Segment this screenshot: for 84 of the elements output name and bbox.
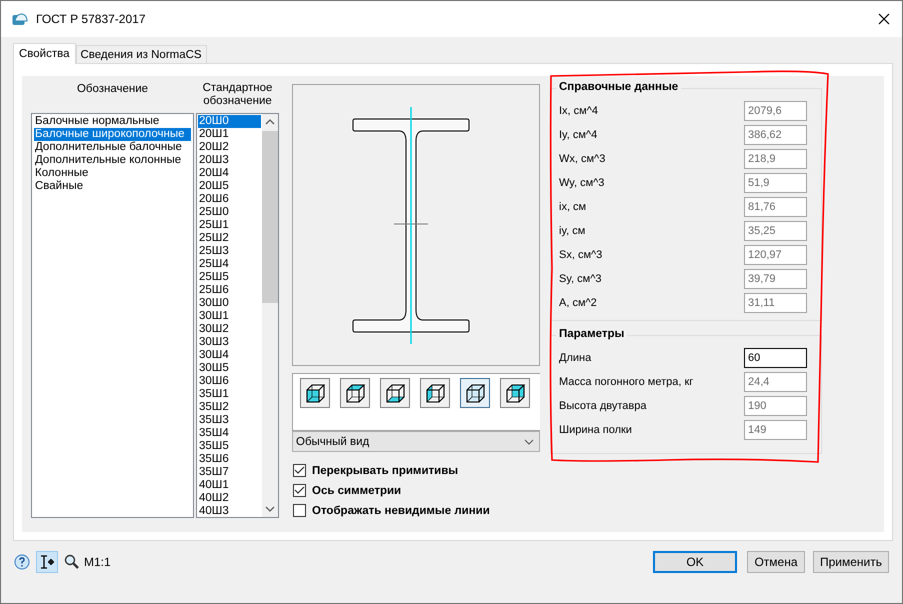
field-label: Высота двутавра — [559, 400, 646, 412]
dialog-button[interactable]: Применить — [812, 551, 889, 573]
list-item[interactable]: 35Ш1 — [198, 388, 261, 401]
field-label: Iy, см^4 — [559, 129, 598, 141]
list-item[interactable]: 20Ш4 — [198, 167, 261, 180]
view-button[interactable] — [420, 378, 450, 408]
field-label: Sx, см^3 — [559, 249, 602, 261]
checkbox-label[interactable]: Ось симметрии — [312, 484, 402, 496]
checkbox[interactable] — [293, 484, 306, 497]
list-item[interactable]: 35Ш3 — [198, 414, 261, 427]
list-item[interactable]: 25Ш1 — [198, 219, 261, 232]
field-label: iy, см — [559, 225, 586, 237]
list-item[interactable]: 35Ш7 — [198, 466, 261, 479]
column-header: Обозначение — [76, 82, 150, 97]
field-label: Длина — [559, 352, 592, 364]
field-label: Wx, см^3 — [559, 153, 606, 165]
list-item[interactable]: Балочные нормальные — [34, 115, 191, 128]
view-button[interactable] — [460, 378, 490, 408]
list-item[interactable]: 25Ш2 — [198, 232, 261, 245]
input-field[interactable]: 60 — [744, 348, 807, 368]
view-button[interactable] — [340, 378, 370, 408]
scale-label: M1:1 — [84, 555, 111, 569]
tab[interactable]: Сведения из NormaCS — [76, 45, 207, 63]
list-item[interactable]: 30Ш2 — [198, 323, 261, 336]
list-item[interactable]: 35Ш2 — [198, 401, 261, 414]
list-item[interactable]: 40Ш3 — [198, 505, 261, 517]
view-button[interactable] — [500, 378, 530, 408]
list-item[interactable]: 30Ш0 — [198, 297, 261, 310]
text-cursor-icon — [39, 554, 55, 570]
list-item[interactable]: 30Ш6 — [198, 375, 261, 388]
field-label: Wy, см^3 — [559, 177, 604, 189]
list-item[interactable]: Дополнительные балочные — [34, 141, 191, 154]
list-item[interactable]: 20Ш0 — [198, 115, 261, 128]
view-button[interactable] — [300, 378, 330, 408]
scrollbar[interactable] — [262, 114, 278, 517]
list-item[interactable]: Балочные широкополочные — [34, 128, 191, 141]
list-item[interactable]: 30Ш4 — [198, 349, 261, 362]
list-item[interactable]: Свайные — [34, 180, 191, 193]
view-button[interactable] — [380, 378, 410, 408]
app-icon — [12, 12, 28, 26]
checkbox-label[interactable]: Отображать невидимые линии — [312, 504, 490, 516]
checkbox-label[interactable]: Перекрывать примитивы — [312, 464, 458, 476]
list-item[interactable]: 20Ш3 — [198, 154, 261, 167]
field-label: Sy, см^3 — [559, 273, 602, 285]
list-item[interactable]: Дополнительные колонные — [34, 154, 191, 167]
column-header: Стандартное обозначение — [202, 81, 274, 109]
list-item[interactable]: 30Ш3 — [198, 336, 261, 349]
chevron-down-icon — [524, 438, 534, 444]
cursor-tool-button[interactable] — [36, 551, 58, 573]
checkbox[interactable] — [293, 504, 306, 517]
list-item[interactable]: 40Ш2 — [198, 492, 261, 505]
list-item[interactable]: 20Ш6 — [198, 193, 261, 206]
list-item[interactable]: 30Ш1 — [198, 310, 261, 323]
list-item[interactable]: 20Ш1 — [198, 128, 261, 141]
list-item[interactable]: 25Ш3 — [198, 245, 261, 258]
list-item[interactable]: 25Ш6 — [198, 284, 261, 297]
field-label: ix, см — [559, 201, 586, 213]
list-item[interactable]: 25Ш4 — [198, 258, 261, 271]
list-item[interactable]: 20Ш2 — [198, 141, 261, 154]
field-label: Ширина полки — [559, 424, 632, 436]
list-item[interactable]: 25Ш0 — [198, 206, 261, 219]
list-item[interactable]: 35Ш5 — [198, 440, 261, 453]
group-title: Параметры — [556, 328, 628, 340]
list-item[interactable]: 25Ш5 — [198, 271, 261, 284]
list-item[interactable]: 30Ш5 — [198, 362, 261, 375]
search-icon[interactable] — [64, 554, 80, 570]
close-icon[interactable] — [878, 13, 890, 25]
list-item[interactable]: 35Ш4 — [198, 427, 261, 440]
scrollbar-thumb[interactable] — [262, 131, 278, 303]
list-item[interactable]: 40Ш1 — [198, 479, 261, 492]
view-dropdown[interactable]: Обычный вид — [292, 431, 540, 452]
dialog-button[interactable]: Отмена — [746, 551, 805, 573]
help-icon[interactable] — [14, 554, 30, 570]
window-title: ГОСТ Р 57837-2017 — [36, 12, 146, 26]
field-label: Ix, см^4 — [559, 105, 598, 117]
list-item[interactable]: 20Ш5 — [198, 180, 261, 193]
field-label: A, см^2 — [559, 297, 597, 309]
group-title: Справочные данные — [556, 81, 682, 93]
dialog-button[interactable]: OK — [652, 551, 737, 573]
checkbox[interactable] — [293, 464, 306, 477]
list-item[interactable]: Колонные — [34, 167, 191, 180]
field-label: Масса погонного метра, кг — [559, 376, 694, 388]
list-item[interactable]: 35Ш6 — [198, 453, 261, 466]
tab[interactable]: Свойства — [13, 43, 76, 64]
